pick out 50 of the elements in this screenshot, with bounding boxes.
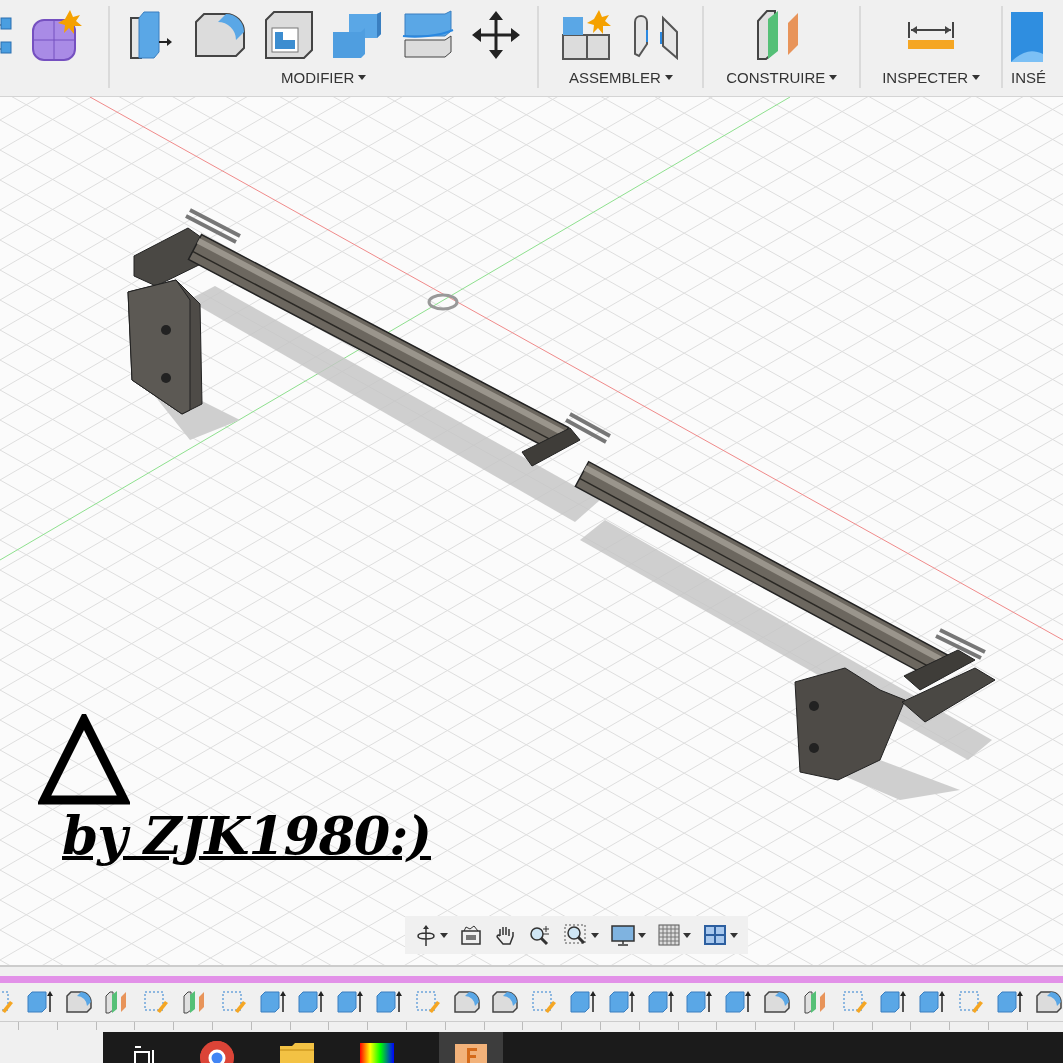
toolbar-menu[interactable]: ASSEMBLER: [565, 67, 677, 88]
extrude-icon[interactable]: [26, 990, 53, 1014]
extrude-icon[interactable]: [569, 990, 596, 1014]
color-app-icon[interactable]: [359, 1040, 395, 1063]
shell-icon[interactable]: [262, 10, 315, 60]
caret-icon: [664, 75, 673, 80]
fillet-icon[interactable]: [453, 990, 480, 1014]
viewports-icon: [703, 924, 727, 946]
fillet-icon[interactable]: [763, 990, 790, 1014]
zoom-window-icon: [564, 924, 588, 946]
toolbar-menu[interactable]: INSPECTER: [878, 67, 985, 88]
extrude-icon[interactable]: [919, 990, 946, 1014]
extrude-icon[interactable]: [686, 990, 713, 1014]
extrude-icon[interactable]: [375, 990, 402, 1014]
extrude-icon[interactable]: [996, 990, 1023, 1014]
form-box-icon[interactable]: [30, 8, 84, 62]
fillet-icon[interactable]: [1035, 990, 1062, 1014]
extrude-icon[interactable]: [259, 990, 286, 1014]
taskbar-app-button[interactable]: [439, 1032, 503, 1063]
folder-icon[interactable]: [279, 1040, 315, 1063]
fillet-icon[interactable]: [65, 990, 92, 1014]
grid-icon: [658, 924, 680, 946]
extrude-icon[interactable]: [337, 990, 364, 1014]
measure-icon[interactable]: [907, 20, 956, 50]
split-body-icon[interactable]: [400, 10, 455, 60]
handwritten-signature: by ZJK1980:): [62, 805, 431, 866]
zoom-icon: [528, 924, 552, 946]
task-view-icon[interactable]: [133, 1044, 155, 1063]
hand-icon: [494, 924, 516, 946]
fillet-icon[interactable]: [192, 10, 247, 60]
toolbar-menu[interactable]: CONSTRUIRE: [722, 67, 842, 88]
extrude-icon[interactable]: [725, 990, 752, 1014]
extrude-icon[interactable]: [647, 990, 674, 1014]
extrude-icon[interactable]: [608, 990, 635, 1014]
move-icon[interactable]: [470, 10, 521, 60]
caret-icon: [829, 75, 838, 80]
monitor-icon: [611, 924, 635, 946]
browser-icon[interactable]: [199, 1040, 235, 1063]
toolbar-menu[interactable]: INSÉ: [1007, 67, 1051, 88]
toolbar-menu[interactable]: MODIFIER: [277, 67, 371, 88]
orbit-icon: [415, 924, 437, 946]
caret-icon: [972, 75, 981, 80]
fillet-icon[interactable]: [492, 990, 519, 1014]
look-at-icon: [460, 924, 482, 946]
origin-marker: [427, 293, 459, 311]
extrude-icon[interactable]: [880, 990, 907, 1014]
caret-icon: [358, 75, 367, 80]
canvas-viewport[interactable]: by ZJK1980:): [0, 97, 1063, 965]
extrude-icon[interactable]: [298, 990, 325, 1014]
rail-model-drawing[interactable]: [127, 208, 996, 800]
